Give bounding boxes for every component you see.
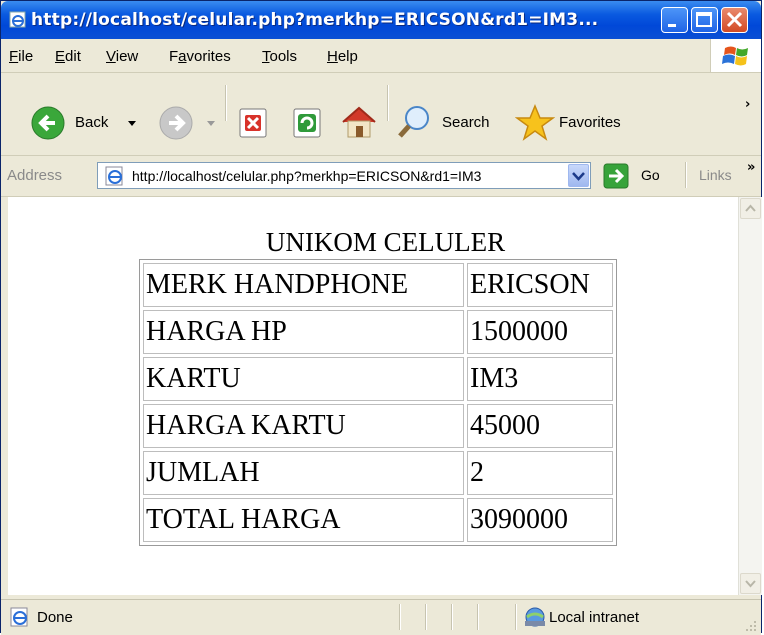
- go-label: Go: [641, 167, 660, 183]
- chevron-down-icon[interactable]: [127, 120, 137, 128]
- address-url: http://localhost/celular.php?merkhp=ERIC…: [132, 168, 482, 184]
- status-separator: [451, 604, 453, 630]
- refresh-button[interactable]: [291, 106, 323, 140]
- chevron-down-icon: [572, 172, 585, 181]
- scroll-up-button[interactable]: [740, 198, 761, 219]
- security-zone-label: Local intranet: [549, 609, 640, 626]
- ie-page-icon: [9, 11, 26, 28]
- table-row: MERK HANDPHONE ERICSON: [143, 263, 613, 307]
- minimize-button[interactable]: [661, 7, 688, 33]
- maximize-icon: [696, 12, 712, 27]
- favorites-button[interactable]: Favorites: [515, 103, 645, 141]
- table-cell-value: 3090000: [467, 498, 613, 542]
- table-cell-value: 1500000: [467, 310, 613, 354]
- address-input[interactable]: http://localhost/celular.php?merkhp=ERIC…: [97, 162, 591, 189]
- status-separator: [515, 604, 517, 630]
- menu-tools[interactable]: Tools: [262, 48, 297, 65]
- forward-button[interactable]: [159, 105, 219, 141]
- address-separator: [685, 162, 687, 188]
- menu-bar: File Edit View Favorites Tools Help: [1, 39, 761, 73]
- menu-view[interactable]: View: [106, 48, 138, 65]
- table-row: KARTU IM3: [143, 357, 613, 401]
- go-arrow-icon: [603, 163, 629, 189]
- chevron-up-icon: [745, 204, 756, 212]
- browser-window: http://localhost/celular.php?merkhp=ERIC…: [0, 0, 762, 635]
- status-separator: [425, 604, 427, 630]
- table-cell-value: ERICSON: [467, 263, 613, 307]
- table-row: HARGA KARTU 45000: [143, 404, 613, 448]
- table-cell-key: HARGA KARTU: [143, 404, 464, 448]
- star-icon: [515, 104, 555, 141]
- page-content: UNIKOM CELULER MERK HANDPHONE ERICSON HAR…: [8, 197, 738, 595]
- table-row: JUMLAH 2: [143, 451, 613, 495]
- stop-icon: [239, 108, 267, 138]
- table-cell-value: 2: [467, 451, 613, 495]
- links-overflow-chevron[interactable]: »: [747, 160, 755, 175]
- status-text: Done: [37, 609, 73, 626]
- forward-arrow-icon: [159, 106, 193, 140]
- ie-page-icon: [10, 607, 28, 627]
- maximize-button[interactable]: [691, 7, 718, 33]
- refresh-icon: [293, 108, 321, 138]
- close-icon: [726, 11, 743, 28]
- back-label: Back: [75, 114, 109, 131]
- favorites-label: Favorites: [559, 114, 621, 131]
- address-label: Address: [7, 167, 63, 184]
- status-separator: [477, 604, 479, 630]
- toolbar-overflow-chevron[interactable]: ›: [745, 97, 750, 112]
- menu-help[interactable]: Help: [327, 48, 358, 65]
- home-button[interactable]: [339, 103, 379, 141]
- table-cell-key: KARTU: [143, 357, 464, 401]
- table-cell-key: TOTAL HARGA: [143, 498, 464, 542]
- status-bar: Done Local intranet: [1, 599, 761, 635]
- ie-page-icon: [105, 166, 123, 186]
- vertical-scrollbar[interactable]: [738, 197, 762, 595]
- chevron-down-icon: [745, 580, 756, 588]
- toolbar-separator: [225, 85, 227, 121]
- close-button[interactable]: [721, 7, 748, 33]
- resize-grip-icon[interactable]: [745, 620, 757, 632]
- standard-toolbar: Back Search Favorites ›: [1, 73, 761, 156]
- back-arrow-icon: [31, 106, 65, 140]
- menu-file[interactable]: File: [9, 48, 33, 65]
- toolbar-separator: [387, 85, 389, 121]
- search-button[interactable]: Search: [397, 103, 507, 141]
- windows-flag-icon: [722, 46, 748, 66]
- back-button[interactable]: Back: [31, 105, 151, 141]
- home-icon: [342, 106, 376, 138]
- table-row: TOTAL HARGA 3090000: [143, 498, 613, 542]
- menu-edit[interactable]: Edit: [55, 48, 81, 65]
- window-title: http://localhost/celular.php?merkhp=ERIC…: [31, 10, 599, 30]
- menu-favorites[interactable]: Favorites: [169, 48, 231, 65]
- address-bar: Address http://localhost/celular.php?mer…: [1, 156, 761, 197]
- table-cell-value: IM3: [467, 357, 613, 401]
- table-cell-key: MERK HANDPHONE: [143, 263, 464, 307]
- search-icon: [398, 106, 429, 138]
- title-bar[interactable]: http://localhost/celular.php?merkhp=ERIC…: [1, 1, 761, 39]
- table-cell-value: 45000: [467, 404, 613, 448]
- search-label: Search: [442, 114, 490, 131]
- minimize-icon: [668, 24, 676, 27]
- windows-logo: [710, 39, 761, 72]
- table-cell-key: HARGA HP: [143, 310, 464, 354]
- chevron-down-icon[interactable]: [206, 120, 216, 128]
- scroll-down-button[interactable]: [740, 573, 761, 594]
- table-cell-key: JUMLAH: [143, 451, 464, 495]
- page-title: UNIKOM CELULER: [265, 227, 506, 257]
- links-button[interactable]: Links: [699, 167, 732, 183]
- table-row: HARGA HP 1500000: [143, 310, 613, 354]
- stop-button[interactable]: [237, 106, 269, 140]
- address-dropdown-button[interactable]: [568, 164, 589, 187]
- local-intranet-icon: [525, 607, 545, 627]
- phone-order-table: MERK HANDPHONE ERICSON HARGA HP 1500000 KA…: [139, 259, 617, 546]
- status-separator: [399, 604, 401, 630]
